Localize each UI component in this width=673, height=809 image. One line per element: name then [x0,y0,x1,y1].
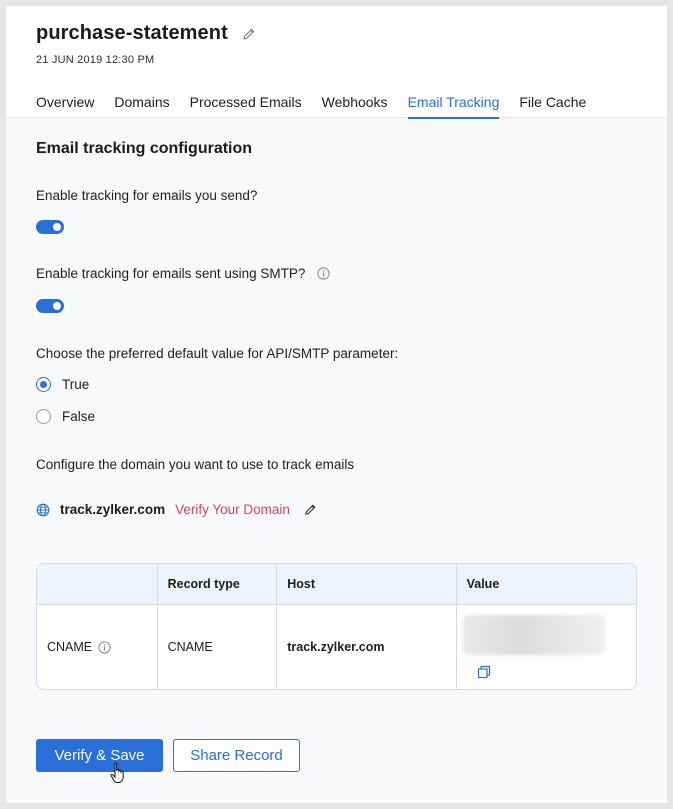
page-title: purchase-statement [36,22,228,44]
page-frame: purchase-statement 21 JUN 2019 12:30 PM … [6,6,667,803]
default-value-label: Choose the preferred default value for A… [36,346,399,361]
radio-true-label: True [62,377,90,392]
hand-cursor-icon [110,762,124,783]
tracking-smtp-label: Enable tracking for emails sent using SM… [36,266,306,281]
column-header-record-type: Record type [158,564,278,604]
tracking-domain: track.zylker.com [60,502,166,517]
action-buttons: Verify & Save Share Record [36,739,300,772]
copy-icon[interactable] [477,665,491,679]
section-title: Email tracking configuration [36,140,253,157]
radio-false-button[interactable] [36,409,51,424]
radio-false-label: False [62,409,96,424]
title-row: purchase-statement [36,22,256,45]
tab-processed-emails[interactable]: Processed Emails [190,94,302,118]
column-header-value: Value [466,577,500,591]
info-icon[interactable] [317,267,330,280]
radio-false[interactable]: False [36,409,95,424]
column-header-host: Host [277,564,457,604]
globe-icon [36,503,50,516]
tracking-smtp-toggle[interactable] [36,299,64,313]
dns-record-table: Record type Host Value CNAME CNAME track… [36,563,637,690]
record-type-cell: CNAME [158,605,278,689]
table-row: CNAME CNAME track.zylker.com [37,605,636,689]
toggle-knob [53,223,61,231]
toggle-knob [53,302,61,310]
pencil-icon[interactable] [304,503,317,516]
tab-file-cache[interactable]: File Cache [519,94,586,118]
tracking-send-label: Enable tracking for emails you send? [36,188,258,203]
tab-webhooks[interactable]: Webhooks [322,94,388,118]
tab-bar: Overview Domains Processed Emails Webhoo… [36,94,606,119]
radio-true[interactable]: True [36,377,89,392]
column-header-name [37,564,158,604]
tab-email-tracking[interactable]: Email Tracking [407,94,499,119]
pencil-icon[interactable] [242,27,256,41]
tracking-smtp-label-row: Enable tracking for emails sent using SM… [36,266,330,281]
created-date: 21 JUN 2019 12:30 PM [36,54,155,66]
blurred-value [462,615,606,655]
radio-true-button[interactable] [36,377,51,392]
tracking-send-toggle[interactable] [36,220,64,234]
row-name-cell: CNAME [37,605,158,689]
domain-row: track.zylker.com Verify Your Domain [36,502,317,517]
domain-config-label: Configure the domain you want to use to … [36,457,355,472]
share-record-button[interactable]: Share Record [173,739,300,772]
verify-domain-link[interactable]: Verify Your Domain [175,502,290,517]
info-icon[interactable] [98,640,111,654]
host-cell: track.zylker.com [277,605,457,689]
page-header: purchase-statement 21 JUN 2019 12:30 PM … [6,6,667,119]
table-header-row: Record type Host Value [37,564,636,605]
tab-domains[interactable]: Domains [114,94,169,118]
value-cell [457,605,636,689]
row-name: CNAME [47,640,93,654]
verify-save-button[interactable]: Verify & Save [36,739,163,772]
tab-overview[interactable]: Overview [36,94,94,118]
